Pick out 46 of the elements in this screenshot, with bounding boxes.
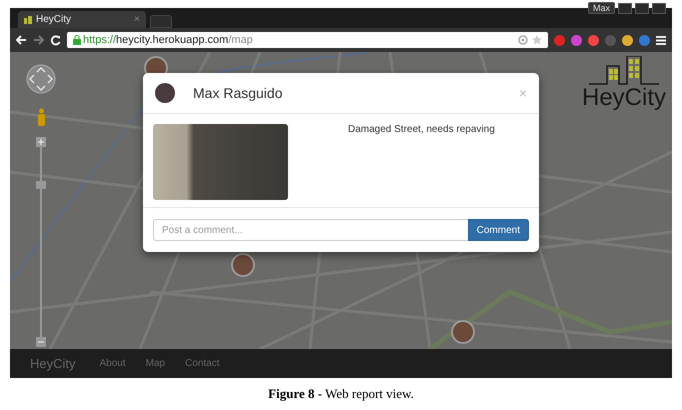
back-icon[interactable]: [16, 35, 27, 45]
maximize-button[interactable]: [635, 2, 649, 14]
extension-icon[interactable]: [622, 34, 633, 46]
forward-icon[interactable]: [33, 35, 44, 45]
user-name: Max Rasguido: [193, 85, 284, 101]
close-button[interactable]: ×: [518, 85, 527, 101]
location-icon[interactable]: [518, 35, 528, 45]
building-icon: [24, 16, 32, 24]
tab-close-button[interactable]: ×: [134, 14, 140, 25]
pegman-icon[interactable]: [37, 108, 46, 126]
city-skyline-icon: [588, 56, 659, 86]
url-host: heycity.herokuapp.com: [116, 34, 228, 46]
zoom-slider-thumb[interactable]: [36, 181, 46, 189]
avatar-marker[interactable]: [451, 320, 475, 344]
extension-icon[interactable]: [639, 34, 650, 46]
extension-icon[interactable]: [571, 34, 582, 46]
nav-link[interactable]: About: [100, 358, 126, 369]
menu-icon[interactable]: [656, 36, 666, 44]
nav-link[interactable]: Contact: [185, 358, 220, 369]
minimize-button[interactable]: [618, 2, 632, 14]
plus-icon: [38, 139, 44, 145]
nav-link[interactable]: Map: [146, 358, 166, 369]
user-avatar: [155, 83, 175, 103]
profile-badge[interactable]: Max: [588, 2, 615, 14]
lock-icon: [73, 35, 81, 45]
figure-caption: Figure 8 - Web report view.: [268, 386, 414, 402]
avatar-marker[interactable]: [231, 253, 255, 277]
comment-button[interactable]: Comment: [468, 219, 529, 241]
address-bar[interactable]: https://heycity.herokuapp.com/map: [67, 32, 548, 48]
pan-control-icon[interactable]: [26, 64, 56, 94]
minus-icon: [38, 341, 44, 343]
extension-icon[interactable]: [588, 34, 599, 46]
url-path: /map: [228, 34, 254, 46]
zoom-in-button[interactable]: [36, 137, 46, 147]
reload-icon[interactable]: [50, 34, 61, 46]
star-icon[interactable]: [532, 35, 542, 45]
tab-title: HeyCity: [36, 14, 72, 25]
report-description: Damaged Street, needs repaving: [348, 124, 495, 137]
close-window-button[interactable]: [652, 2, 666, 14]
zoom-out-button[interactable]: [36, 337, 46, 347]
logo-text: HeyCity: [582, 86, 666, 110]
browser-tab[interactable]: HeyCity ×: [18, 11, 146, 28]
navbar-brand[interactable]: HeyCity: [30, 356, 76, 371]
url-scheme: https://: [83, 34, 116, 46]
extension-icon[interactable]: [554, 34, 565, 46]
comment-field[interactable]: Post a comment...: [153, 219, 468, 241]
